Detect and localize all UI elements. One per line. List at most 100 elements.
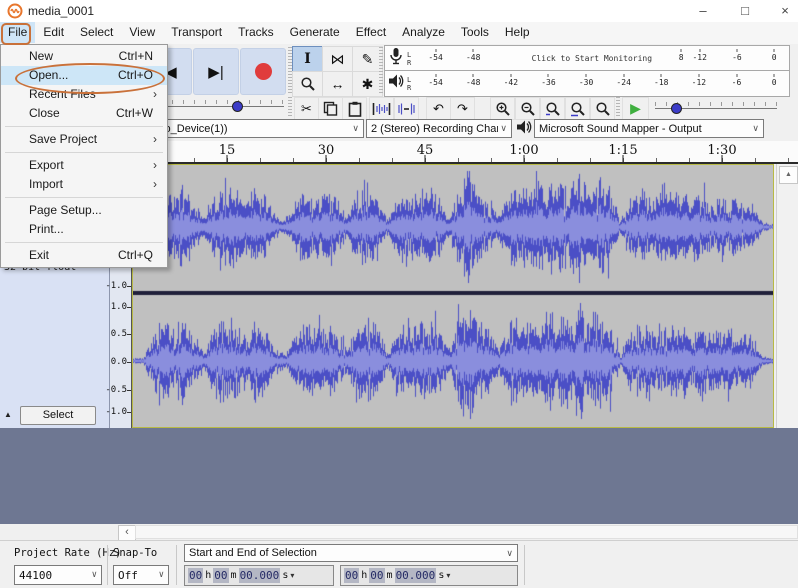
spin-arrow-icon[interactable]: ▾ [290, 571, 294, 580]
filemenu-print[interactable]: Print... [1, 220, 167, 239]
timeline-ruler[interactable]: 15 30 45 1:00 1:15 1:30 [118, 141, 798, 164]
grip-handle[interactable] [379, 47, 383, 95]
timeline-tick [622, 155, 624, 162]
selection-mode-select[interactable]: Start and End of Selection ∨ [184, 544, 518, 562]
audacity-window: media_0001 – □ × File Edit Select View Trans… [0, 0, 798, 588]
waveform-canvas[interactable] [133, 165, 773, 427]
redo-button[interactable]: ↷ [450, 97, 475, 120]
filemenu-new[interactable]: New Ctrl+N [1, 47, 167, 66]
grip-handle[interactable] [616, 97, 620, 118]
mixer-slider-thumb[interactable] [232, 101, 243, 112]
zoom-out-icon [520, 101, 535, 116]
scale-tick [127, 390, 131, 391]
monitoring-message[interactable]: Click to Start Monitoring [532, 54, 652, 63]
scrollbar-track[interactable] [135, 525, 798, 539]
filemenu-recent-files[interactable]: Recent Files › [1, 85, 167, 104]
menu-analyze[interactable]: Analyze [394, 22, 453, 43]
recording-meter[interactable]: L R -54 -48 Click to Start Monitoring 8 -12 -6 0 [384, 45, 790, 72]
recording-channels-select[interactable]: 2 (Stereo) Recording Chann ∨ [366, 119, 512, 138]
zoom-in-button[interactable] [490, 97, 515, 120]
skip-end-icon: ▶| [208, 63, 224, 81]
horizontal-scrollbar[interactable]: ‹ [0, 524, 798, 541]
playback-meter[interactable]: L R -54 -48 -42 -36 -30 -24 -18 -12 -6 0 [384, 70, 790, 97]
project-rate-value: 44100 [19, 568, 53, 582]
zoom-out-button[interactable] [515, 97, 540, 120]
maximize-button[interactable]: □ [730, 1, 760, 21]
filemenu-exit[interactable]: Exit Ctrl+Q [1, 246, 167, 265]
playback-device-select[interactable]: Microsoft Sound Mapper - Output ∨ [534, 119, 764, 138]
scale-tick [127, 334, 131, 335]
time-digit-group[interactable]: 00 [369, 568, 385, 583]
collapse-triangle-icon[interactable]: ▲ [4, 410, 12, 419]
scale-tick [127, 307, 131, 308]
stereo-track[interactable] [132, 164, 774, 428]
menu-select[interactable]: Select [72, 22, 121, 43]
copy-button[interactable] [318, 97, 343, 120]
timeshift-tool-button[interactable]: ↔ [322, 71, 353, 97]
time-digit-group[interactable]: 00.000 [394, 568, 437, 583]
time-digit-group[interactable]: 00 [213, 568, 229, 583]
fit-project-button[interactable] [565, 97, 590, 120]
menu-separator [5, 197, 163, 198]
empty-track-area [0, 428, 798, 524]
title-bar: media_0001 – □ × [0, 0, 798, 22]
zoom-toggle-button[interactable] [590, 97, 615, 120]
menu-tracks[interactable]: Tracks [230, 22, 282, 43]
close-button[interactable]: × [770, 1, 798, 21]
transport-record-button[interactable] [240, 48, 286, 95]
filemenu-save-project[interactable]: Save Project › [1, 130, 167, 149]
divider [524, 545, 525, 585]
menu-transport[interactable]: Transport [163, 22, 230, 43]
play-at-speed-button[interactable]: ▶ [622, 97, 649, 120]
speed-slider-thumb[interactable] [671, 103, 682, 114]
selection-end-field[interactable]: 00 h 00 m 00.000 s ▾ [340, 565, 518, 586]
envelope-tool-button[interactable]: ⋈ [322, 46, 353, 72]
snap-to-select[interactable]: Off ∨ [113, 565, 169, 585]
meter-tick [699, 49, 701, 52]
menu-separator [5, 242, 163, 243]
fit-selection-button[interactable] [540, 97, 565, 120]
transport-skip-end-button[interactable]: ▶| [193, 48, 239, 95]
menu-item-shortcut: Ctrl+W [116, 106, 153, 120]
menu-file[interactable]: File [0, 22, 36, 43]
minimize-button[interactable]: – [688, 1, 718, 21]
filemenu-import[interactable]: Import › [1, 175, 167, 194]
paste-button[interactable] [342, 97, 367, 120]
vertical-scrollbar[interactable]: ▲ [776, 164, 798, 428]
menu-tools[interactable]: Tools [453, 22, 497, 43]
project-rate-select[interactable]: 44100 ∨ [14, 565, 102, 585]
time-digit-group[interactable]: 00 [188, 568, 204, 583]
window-title: media_0001 [28, 4, 95, 18]
filemenu-close[interactable]: Close Ctrl+W [1, 104, 167, 123]
scroll-left-button[interactable]: ‹ [118, 525, 136, 541]
selection-tool-button[interactable]: I [292, 46, 323, 72]
timeline-tick [523, 155, 525, 162]
trim-audio-button[interactable] [369, 97, 394, 120]
spin-arrow-icon[interactable]: ▾ [446, 571, 450, 580]
zoom-in-icon [495, 101, 510, 116]
filemenu-page-setup[interactable]: Page Setup... [1, 201, 167, 220]
microphone-icon [385, 47, 407, 71]
track-select-button[interactable]: Select [20, 406, 96, 425]
menu-view[interactable]: View [121, 22, 163, 43]
grip-handle[interactable] [288, 97, 292, 118]
time-digit-group[interactable]: 00 [344, 568, 360, 583]
chevron-down-icon: ∨ [91, 570, 97, 580]
selection-start-field[interactable]: 00 h 00 m 00.000 s ▾ [184, 565, 334, 586]
menu-help[interactable]: Help [497, 22, 538, 43]
zoom-tool-button[interactable] [292, 71, 323, 97]
filemenu-export[interactable]: Export › [1, 156, 167, 175]
submenu-arrow-icon: › [153, 87, 157, 101]
time-digit-group[interactable]: 00.000 [238, 568, 281, 583]
meter-tick [660, 74, 662, 77]
scroll-up-button[interactable]: ▲ [779, 166, 798, 184]
undo-button[interactable]: ↶ [426, 97, 451, 120]
menu-item-label: Open... [29, 68, 69, 82]
menu-generate[interactable]: Generate [282, 22, 348, 43]
menu-effect[interactable]: Effect [348, 22, 394, 43]
filemenu-open[interactable]: Open... Ctrl+O [1, 66, 167, 85]
menu-edit[interactable]: Edit [35, 22, 72, 43]
silence-audio-button[interactable] [394, 97, 419, 120]
cut-button[interactable]: ✂ [294, 97, 319, 120]
meter-tick [435, 49, 437, 52]
